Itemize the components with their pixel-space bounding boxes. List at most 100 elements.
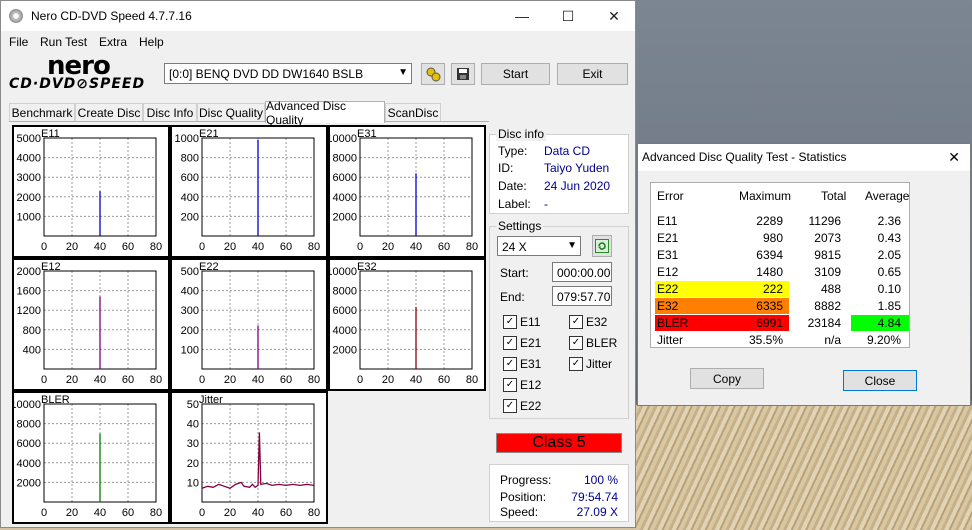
menu-run-test[interactable]: Run Test — [40, 35, 87, 49]
tab-create-disc[interactable]: Create Disc — [75, 103, 143, 122]
copy-button[interactable]: Copy — [690, 368, 764, 389]
chart-bler: 0 20 40 60 80 2000 4000 6000 8000 10000BLER — [12, 391, 170, 524]
checkbox-e32[interactable]: ✓ E32 — [569, 315, 607, 329]
x-tick-label: 80 — [466, 241, 478, 253]
disc-app-icon — [9, 9, 23, 23]
speed-select-value: 24 X — [502, 240, 527, 254]
cell-error: E12 — [657, 265, 679, 279]
cell-total: n/a — [824, 333, 841, 347]
start-button[interactable]: Start — [481, 63, 550, 85]
tab-disc-info[interactable]: Disc Info — [143, 103, 197, 122]
menu-extra[interactable]: Extra — [99, 35, 127, 49]
progress-value: 100 % — [583, 473, 618, 487]
disc-info-group: Disc info Type: Data CD ID: Taiyo Yuden … — [489, 127, 629, 214]
date-value: 24 Jun 2020 — [544, 179, 611, 193]
x-tick-label: 60 — [438, 374, 450, 386]
checkbox-bler-label: BLER — [586, 336, 618, 350]
x-tick-label: 80 — [308, 241, 320, 253]
x-tick-label: 0 — [199, 374, 205, 386]
check-icon: ✓ — [503, 357, 517, 371]
y-tick-label: 1600 — [17, 286, 41, 298]
wallpaper-texture — [636, 405, 972, 530]
checkbox-jitter[interactable]: ✓ Jitter — [569, 357, 612, 371]
x-tick-label: 60 — [280, 507, 292, 519]
checkbox-bler[interactable]: ✓ BLER — [569, 336, 617, 350]
chart-title: E11 — [41, 128, 60, 140]
x-tick-label: 60 — [122, 374, 134, 386]
tab-disc-quality[interactable]: Disc Quality — [197, 103, 265, 122]
end-time-input[interactable]: 079:57.70 — [552, 286, 612, 306]
y-tick-label: 800 — [181, 153, 199, 165]
checkbox-jitter-label: Jitter — [586, 357, 613, 371]
cell-error: E21 — [657, 231, 679, 245]
nero-logo: nero CD·DVD⊘SPEED — [9, 51, 159, 93]
exit-button[interactable]: Exit — [557, 63, 628, 85]
tab-benchmark[interactable]: Benchmark — [9, 103, 75, 122]
speed-select[interactable]: 24 X ▼ — [497, 236, 581, 256]
start-time-input[interactable]: 000:00.00 — [552, 262, 612, 282]
close-dialog-button[interactable]: Close — [843, 370, 917, 391]
y-tick-label: 40 — [187, 419, 199, 431]
chart-svg: 0 20 40 60 80 1000 2000 3000 4000 5000 E11 — [17, 128, 163, 253]
cell-maximum: 1480 — [756, 265, 783, 279]
cell-total: 3109 — [814, 265, 841, 279]
y-tick-label: 30 — [187, 438, 199, 450]
cell-average: 0.43 — [877, 231, 901, 245]
y-tick-label: 400 — [181, 286, 199, 298]
chart-svg: 0 20 40 60 80 400 800 1200 1600 2000 E12 — [17, 261, 163, 386]
x-tick-label: 40 — [252, 507, 264, 519]
checkbox-e31[interactable]: ✓ E31 — [503, 357, 541, 371]
checkbox-e22-label: E22 — [520, 399, 542, 413]
tab-advanced-disc-quality[interactable]: Advanced Disc Quality — [265, 99, 385, 127]
chart-svg: 0 20 40 60 80 2000 4000 6000 8000 10000E32 — [330, 261, 478, 386]
cell-average: 2.36 — [877, 214, 901, 228]
checkbox-e21[interactable]: ✓ E21 — [503, 336, 541, 350]
save-button[interactable] — [451, 63, 475, 85]
cell-maximum: 6394 — [756, 248, 783, 262]
position-label: Position: — [500, 490, 547, 504]
checkbox-e12-label: E12 — [520, 378, 542, 392]
properties-button[interactable] — [421, 63, 445, 85]
title-bar[interactable]: Nero CD-DVD Speed 4.7.7.16 — ☐ ✕ — [1, 1, 635, 31]
x-tick-label: 40 — [410, 241, 422, 253]
y-tick-label: 6000 — [333, 305, 357, 317]
check-icon: ✓ — [569, 336, 583, 350]
refresh-speed-button[interactable] — [592, 235, 612, 257]
maximize-button[interactable]: ☐ — [545, 1, 591, 31]
checkbox-e22[interactable]: ✓ E22 — [503, 399, 541, 413]
menu-help[interactable]: Help — [139, 35, 164, 49]
header-error: Error — [657, 189, 684, 203]
x-tick-label: 40 — [410, 374, 422, 386]
x-tick-label: 40 — [252, 374, 264, 386]
cell-error: E32 — [657, 299, 679, 313]
cell-total: 488 — [820, 282, 841, 296]
y-tick-label: 5000 — [17, 133, 41, 145]
disc-info-title: Disc info — [496, 127, 547, 141]
dialog-close-icon[interactable]: ✕ — [948, 149, 960, 166]
logo-product: CD·DVD⊘SPEED — [9, 76, 146, 92]
chart-svg: 0 20 40 60 80 200 400 600 800 1000 E21 — [175, 128, 321, 253]
chart-svg: 0 20 40 60 80 10 20 30 40 50 Jitter — [187, 394, 320, 519]
x-tick-label: 40 — [94, 507, 106, 519]
y-tick-label: 300 — [181, 305, 199, 317]
menu-file[interactable]: File — [9, 35, 28, 49]
dialog-title-bar[interactable]: Advanced Disc Quality Test - Statistics … — [638, 144, 970, 171]
y-tick-label: 10 — [187, 477, 199, 489]
x-tick-label: 20 — [382, 374, 394, 386]
x-tick-label: 20 — [66, 507, 78, 519]
minimize-button[interactable]: — — [499, 1, 545, 31]
checkbox-e12[interactable]: ✓ E12 — [503, 378, 541, 392]
x-tick-label: 40 — [252, 241, 264, 253]
chart-svg: 0 20 40 60 80 2000 4000 6000 8000 10000BLER — [14, 394, 162, 519]
type-label: Type: — [498, 144, 528, 158]
table-row: E12 1480 3109 0.65 — [655, 264, 907, 281]
header-average: Average — [865, 189, 910, 203]
close-button[interactable]: ✕ — [591, 1, 637, 31]
checkbox-e11[interactable]: ✓ E11 — [503, 315, 540, 329]
speed-value: 27.09 X — [576, 505, 618, 519]
drive-select[interactable]: [0:0] BENQ DVD DD DW1640 BSLB ▼ — [164, 63, 412, 84]
tab-scandisc[interactable]: ScanDisc — [385, 103, 441, 122]
x-tick-label: 40 — [94, 241, 106, 253]
y-tick-label: 400 — [181, 192, 199, 204]
x-tick-label: 60 — [280, 241, 292, 253]
